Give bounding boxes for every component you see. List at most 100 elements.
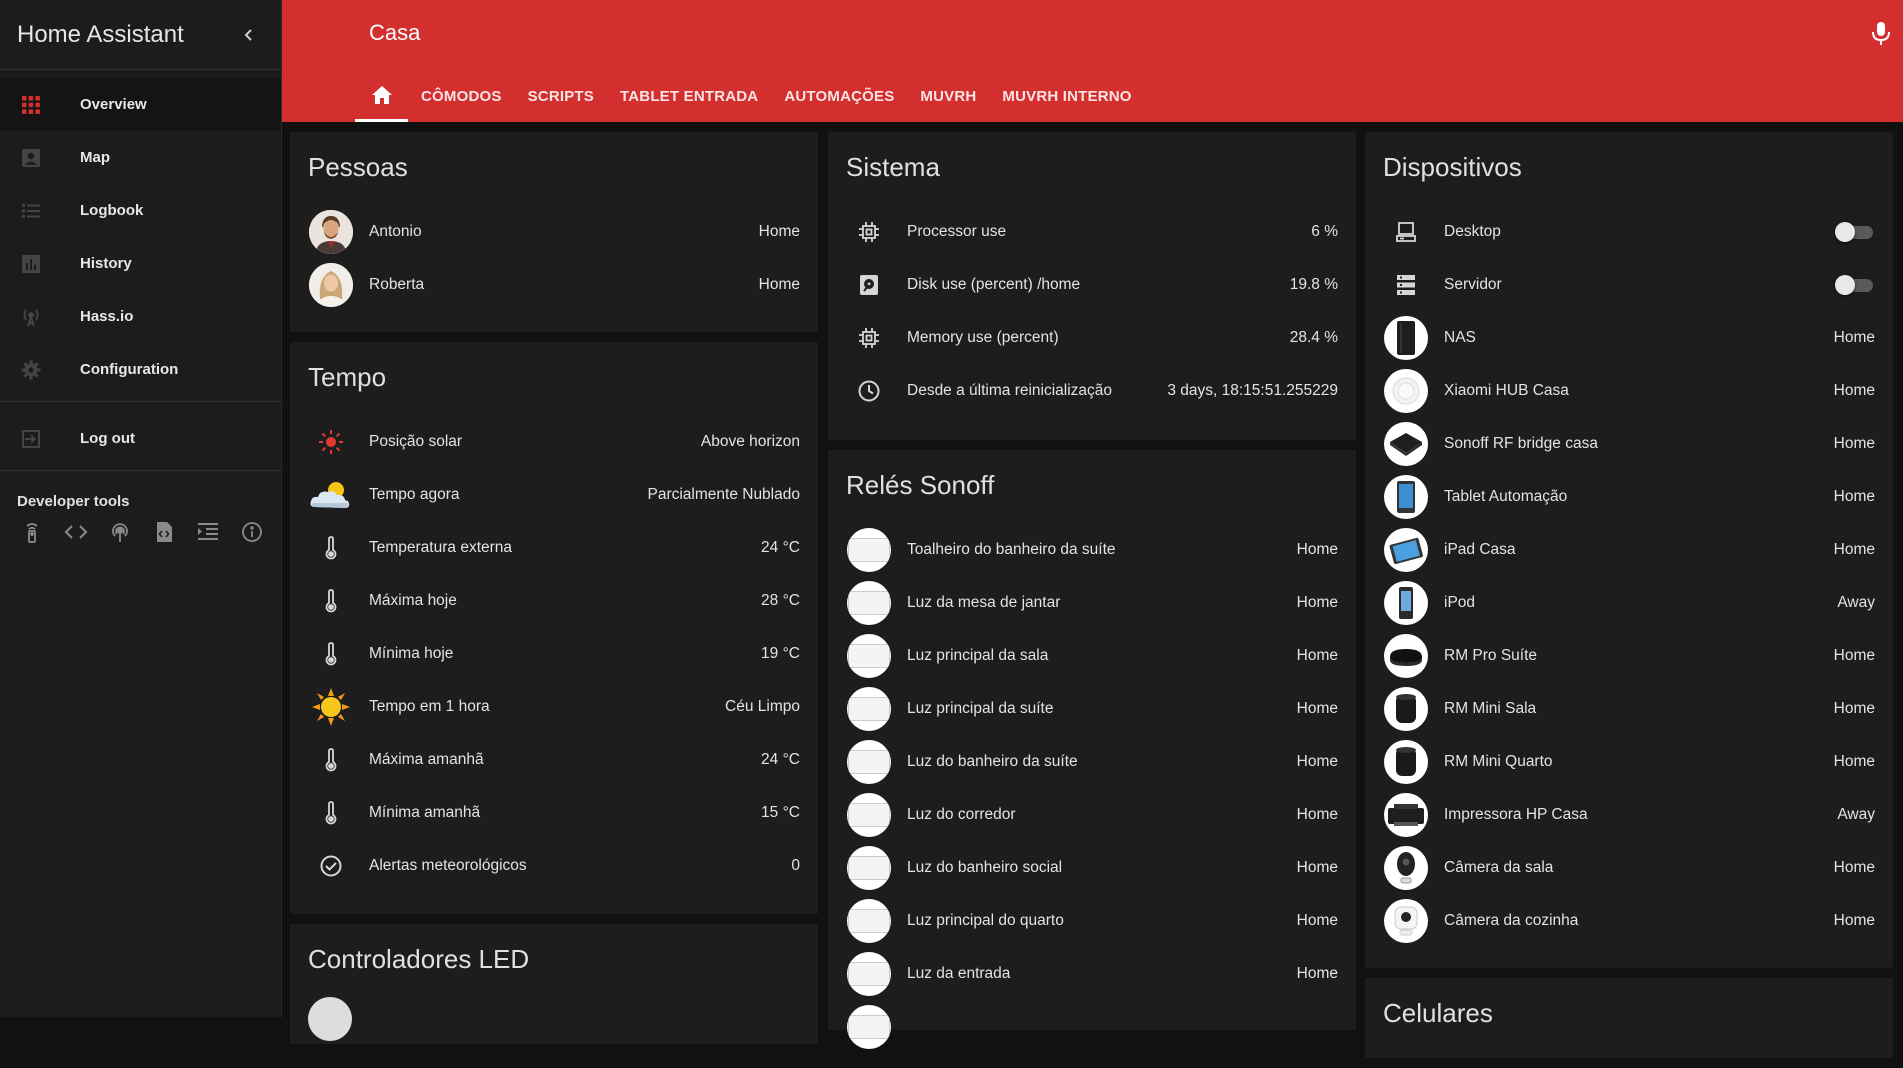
remote-icon[interactable] (20, 520, 44, 544)
format-indent-icon[interactable] (196, 520, 220, 544)
device-row[interactable]: iPad Casa Home (1383, 523, 1875, 576)
relay-row[interactable]: Luz do corredor Home (846, 788, 1338, 841)
person-row[interactable]: Roberta Home (308, 258, 800, 311)
weather-row[interactable]: Máxima amanhã 24 °C (308, 733, 800, 786)
sidebar-item-label: Overview (80, 96, 147, 113)
desktop-toggle[interactable] (1835, 221, 1875, 242)
person-row[interactable]: Antonio Home (308, 205, 800, 258)
relay-row[interactable]: Luz do banheiro da suíte Home (846, 735, 1338, 788)
device-row[interactable]: RM Pro Suíte Home (1383, 629, 1875, 682)
entity-name: Tempo em 1 hora (369, 697, 490, 715)
device-row[interactable]: Tablet Automação Home (1383, 470, 1875, 523)
relay-row[interactable]: Luz principal do quarto Home (846, 894, 1338, 947)
servidor-toggle[interactable] (1835, 274, 1875, 295)
device-row[interactable]: Sonoff RF bridge casa Home (1383, 417, 1875, 470)
entity-name: RM Pro Suíte (1444, 646, 1538, 664)
weather-row[interactable]: Temperatura externa 24 °C (308, 521, 800, 574)
entity-name: Luz da mesa de jantar (907, 593, 1061, 611)
tab-automacoes[interactable]: Automações (771, 78, 907, 122)
desktop-icon (1383, 209, 1428, 254)
relay-row[interactable]: Luz da entrada Home (846, 947, 1338, 1000)
card-title: Sistema (846, 152, 940, 182)
hub-icon (1383, 368, 1428, 413)
tab-muvrh[interactable]: MUVRH (907, 78, 989, 122)
sidebar-item-logbook[interactable]: Logbook (0, 184, 281, 237)
entity-state: Home (1296, 805, 1338, 823)
tab-home[interactable] (355, 78, 408, 122)
device-row[interactable]: iPod Away (1383, 576, 1875, 629)
tab-muvrh-interno[interactable]: MUVRH Interno (989, 78, 1144, 122)
file-code-icon[interactable] (152, 520, 176, 544)
chevron-left-icon[interactable] (234, 22, 264, 48)
device-row[interactable]: Câmera da sala Home (1383, 841, 1875, 894)
device-row[interactable]: Impressora HP Casa Away (1383, 788, 1875, 841)
weather-row[interactable]: Máxima hoje 28 °C (308, 574, 800, 627)
device-row[interactable]: NAS Home (1383, 311, 1875, 364)
relay-row[interactable] (846, 1000, 1338, 1053)
person-name: Antonio (369, 222, 422, 240)
sidebar-item-configuration[interactable]: Configuration (0, 343, 281, 396)
weather-row[interactable]: Mínima amanhã 15 °C (308, 786, 800, 839)
code-icon[interactable] (64, 520, 88, 544)
entity-name: Servidor (1444, 275, 1502, 293)
sonoff-relay-icon (846, 898, 891, 943)
sonoff-relay-icon (846, 633, 891, 678)
relay-row[interactable]: Luz principal da suíte Home (846, 682, 1338, 735)
entity-state: 24 °C (761, 538, 800, 556)
sensor-row[interactable]: Desde a última reinicialização 3 days, 1… (846, 364, 1338, 417)
entity-name: NAS (1444, 328, 1476, 346)
sensor-row[interactable]: Disk use (percent) /home 19.8 % (846, 258, 1338, 311)
thermometer-icon (308, 631, 353, 676)
card-title: Dispositivos (1383, 152, 1522, 182)
entity-state: 28.4 % (1289, 328, 1338, 346)
device-row[interactable]: RM Mini Sala Home (1383, 682, 1875, 735)
relay-row[interactable]: Luz da mesa de jantar Home (846, 576, 1338, 629)
card-tempo: Tempo Posição solar Above horizon Tempo … (290, 342, 818, 914)
weather-row[interactable]: Tempo em 1 hora Céu Limpo (308, 680, 800, 733)
device-row[interactable]: Xiaomi HUB Casa Home (1383, 364, 1875, 417)
relay-row[interactable]: Luz do banheiro social Home (846, 841, 1338, 894)
broadcast-icon[interactable] (108, 520, 132, 544)
sidebar-item-hassio[interactable]: Hass.io (0, 290, 281, 343)
weather-row[interactable]: Mínima hoje 19 °C (308, 627, 800, 680)
entity-name: Tablet Automação (1444, 487, 1568, 505)
sidebar: Home Assistant Overview Map Logbook Hist… (0, 0, 282, 1017)
device-row[interactable]: Desktop (1383, 205, 1875, 258)
card-title: Pessoas (308, 152, 408, 182)
entity-name: Luz principal do quarto (907, 911, 1064, 929)
device-row[interactable]: RM Mini Quarto Home (1383, 735, 1875, 788)
sidebar-item-overview[interactable]: Overview (0, 78, 281, 131)
entity-name: Processor use (907, 222, 1007, 240)
weather-row[interactable]: Alertas meteorológicos 0 (308, 839, 800, 892)
device-row[interactable]: Servidor (1383, 258, 1875, 311)
avatar (308, 209, 353, 254)
page-title: Casa (369, 20, 421, 45)
entity-state: Home (1833, 328, 1875, 346)
sidebar-item-map[interactable]: Map (0, 131, 281, 184)
weather-row[interactable]: Tempo agora Parcialmente Nublado (308, 468, 800, 521)
tab-scripts[interactable]: Scripts (515, 78, 607, 122)
relay-row[interactable]: Toalheiro do banheiro da suíte Home (846, 523, 1338, 576)
entity-state: Céu Limpo (725, 697, 800, 715)
entity-state: Above horizon (700, 432, 800, 450)
microphone-icon[interactable] (1869, 20, 1893, 48)
relay-row[interactable]: Luz principal da sala Home (846, 629, 1338, 682)
info-icon[interactable] (240, 520, 264, 544)
sidebar-item-logout[interactable]: Log out (0, 412, 281, 465)
entity-state: Home (1833, 699, 1875, 717)
entity-name: Câmera da sala (1444, 858, 1554, 876)
entity-state: Away (1837, 593, 1875, 611)
entity-state: Home (1833, 434, 1875, 452)
weather-row[interactable]: Posição solar Above horizon (308, 415, 800, 468)
sidebar-nav: Overview Map Logbook History Hass.io Con… (0, 78, 281, 544)
entity-state: Home (1833, 540, 1875, 558)
avatar (308, 262, 353, 307)
rm-mini-icon (1383, 686, 1428, 731)
thermometer-icon (308, 578, 353, 623)
sensor-row[interactable]: Processor use 6 % (846, 205, 1338, 258)
tab-comodos[interactable]: Cômodos (408, 78, 515, 122)
device-row[interactable]: Câmera da cozinha Home (1383, 894, 1875, 947)
sensor-row[interactable]: Memory use (percent) 28.4 % (846, 311, 1338, 364)
sidebar-item-history[interactable]: History (0, 237, 281, 290)
tab-tablet-entrada[interactable]: Tablet Entrada (607, 78, 771, 122)
